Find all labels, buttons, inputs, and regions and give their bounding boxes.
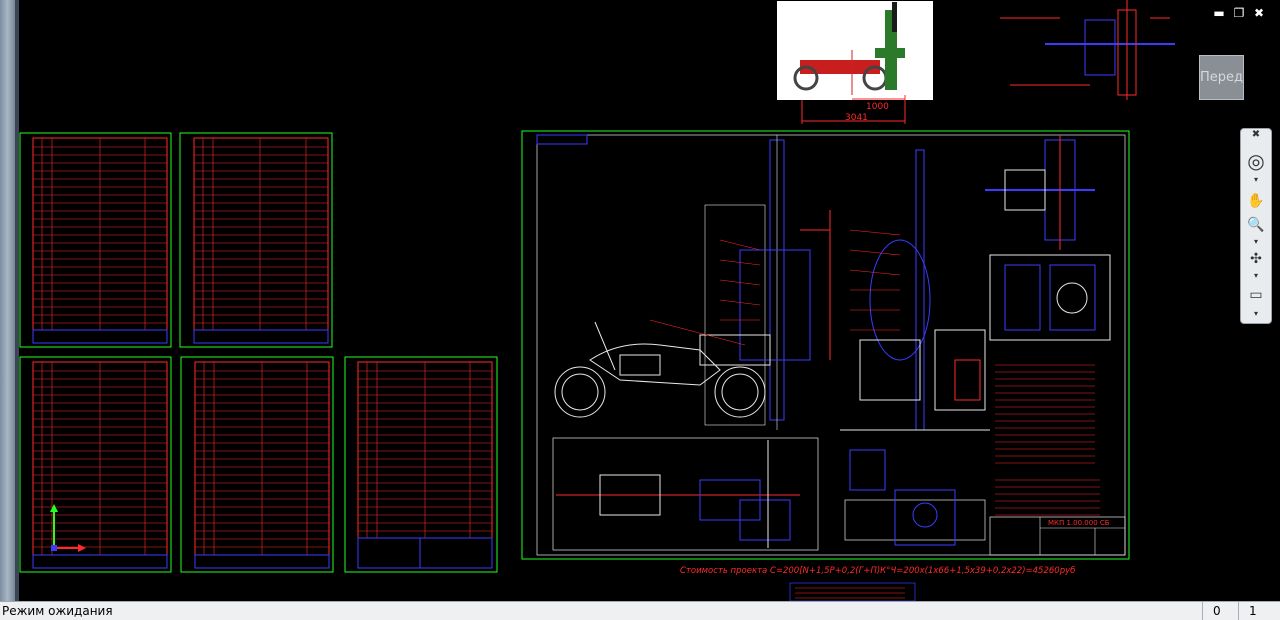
plan-view (552, 437, 819, 551)
cost-formula: Стоимость проекта С=200[N+1,5P+0,2(Г+П)К… (680, 566, 1075, 576)
detail-c (844, 449, 986, 546)
spec-sheet-5 (344, 356, 498, 573)
top-right-detail (1000, 0, 1175, 100)
spec-sheet-4 (180, 356, 334, 573)
cad-canvas[interactable]: 1000 3041 МКП 1.00.000 СБ Стоимость прое… (19, 0, 1280, 601)
chevron-down-icon[interactable]: ▾ (1241, 175, 1271, 184)
navbar-close-icon[interactable]: ✖ (1241, 129, 1271, 140)
navigation-bar: ✖ ◎ ▾ ✋ 🔍 ▾ ✣ ▾ ▭ ▾ (1240, 128, 1272, 324)
zoom-icon[interactable]: 🔍 (1241, 217, 1271, 233)
window-controls: ▬ ❐ ✖ (1212, 6, 1266, 20)
showmotion-icon[interactable]: ▭ (1241, 287, 1271, 303)
viewcube-face-label: Перед (1200, 70, 1244, 85)
ucs-icon (50, 504, 86, 552)
sheet-code: МКП 1.00.000 СБ (1048, 519, 1110, 527)
section-detail-b (989, 254, 1111, 341)
side-view (840, 149, 990, 431)
orbit-chevron-icon[interactable]: ▾ (1241, 271, 1271, 280)
left-scroll-edge (0, 0, 19, 601)
drawing-viewport[interactable]: 1000 3041 МКП 1.00.000 СБ Стоимость прое… (0, 0, 1280, 601)
status-message: Режим ожидания (2, 604, 113, 618)
title-block: МКП 1.00.000 СБ (989, 516, 1126, 556)
viewcube[interactable]: Перед (1199, 55, 1244, 100)
close-button[interactable]: ✖ (1252, 6, 1266, 20)
assembly-sheet: МКП 1.00.000 СБ (521, 130, 1130, 560)
spec-sheet-3 (19, 356, 172, 573)
orbit-icon[interactable]: ✣ (1241, 251, 1271, 267)
spec-sheet-2 (179, 132, 333, 348)
zoom-chevron-icon[interactable]: ▾ (1241, 237, 1271, 246)
bottom-note (789, 582, 916, 601)
drill-mast (649, 135, 831, 430)
dim-1000: 1000 (866, 102, 889, 112)
section-detail-a (985, 135, 1095, 250)
status-counter-a: 0 (1202, 602, 1243, 620)
motorcycle-drawing (554, 321, 766, 418)
steering-wheel-icon[interactable]: ◎ (1241, 149, 1271, 173)
tech-requirements (995, 364, 1100, 516)
restore-button[interactable]: ❐ (1232, 6, 1246, 20)
status-bar: Режим ожидания 0 1 (0, 601, 1280, 620)
pan-hand-icon[interactable]: ✋ (1241, 193, 1271, 209)
reference-photo (777, 1, 933, 100)
spec-sheet-1 (19, 132, 172, 348)
navbar-menu-icon[interactable]: ▾ (1241, 309, 1271, 318)
minimize-button[interactable]: ▬ (1212, 6, 1226, 20)
dim-3041: 3041 (845, 113, 868, 123)
status-counter-b: 1 (1238, 602, 1279, 620)
